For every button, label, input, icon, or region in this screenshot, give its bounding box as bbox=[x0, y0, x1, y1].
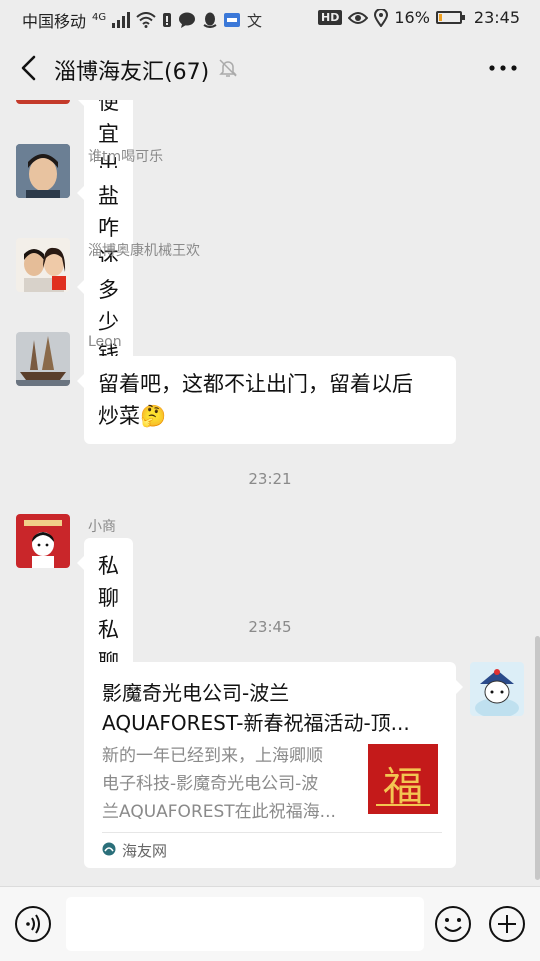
message-text: 私聊私聊 bbox=[98, 554, 119, 674]
message-text: 便宜出 bbox=[98, 100, 119, 178]
avatar[interactable] bbox=[16, 100, 70, 104]
link-card-source: 海友网 bbox=[122, 842, 168, 860]
app-icon bbox=[224, 13, 241, 27]
wifi-icon bbox=[136, 12, 156, 28]
sender-name: 小商 bbox=[88, 519, 116, 535]
avatar[interactable] bbox=[16, 238, 70, 292]
message-bubble[interactable]: 留着吧，这都不让出门，留着以后 炒菜🤔 bbox=[77, 356, 456, 444]
battery-icon bbox=[435, 11, 465, 24]
message-input[interactable] bbox=[66, 897, 424, 951]
battery-percent: 16% bbox=[394, 8, 430, 27]
back-button[interactable] bbox=[12, 50, 48, 86]
chat-title: 淄博海友汇(67) bbox=[54, 60, 210, 85]
more-functions-button[interactable] bbox=[488, 905, 526, 943]
chevron-left-icon bbox=[21, 55, 36, 81]
hd-icon: HD bbox=[317, 10, 343, 25]
link-card-title: 影魔奇光电公司-波兰 AQUAFOREST-新春祝福活动-顶... bbox=[102, 678, 442, 738]
avatar-boy-image bbox=[16, 144, 70, 198]
avatar-cartoon-image bbox=[16, 514, 70, 568]
thumb-ornament bbox=[376, 804, 430, 806]
battery-fill bbox=[438, 14, 442, 21]
link-card-thumbnail: 福 bbox=[368, 744, 438, 814]
qq-icon bbox=[203, 12, 217, 28]
link-card-divider bbox=[102, 832, 442, 833]
carrier-label: 中国移动 bbox=[22, 12, 87, 31]
timestamp: 23:21 bbox=[248, 470, 292, 488]
signal-icon bbox=[112, 12, 131, 28]
message-text: 多少钱 bbox=[98, 278, 119, 366]
network-label: 4G bbox=[92, 11, 107, 23]
more-options-button[interactable] bbox=[488, 56, 518, 80]
status-bar: 中国移动 4G 文 HD 16% 23:45 bbox=[0, 0, 540, 36]
svg-text:文: 文 bbox=[247, 12, 262, 28]
chat-header: 淄博海友汇(67) bbox=[0, 36, 540, 100]
message-list[interactable]: 便宜出 谁tm喝可乐 盐咋还出了呢 bbox=[0, 100, 540, 886]
link-card-title-line: AQUAFOREST-新春祝福活动-顶... bbox=[102, 711, 410, 735]
translate-icon: 文 bbox=[247, 12, 262, 28]
timestamp: 23:45 bbox=[248, 618, 292, 636]
status-left: 中国移动 4G 文 bbox=[22, 8, 264, 32]
link-card-desc-line: 电子科技-影魔奇光电公司-波 bbox=[102, 774, 319, 794]
sender-name: 谁tm喝可乐 bbox=[88, 149, 164, 165]
alert-icon bbox=[163, 13, 172, 27]
link-card-desc-line: 兰AQUAFOREST在此祝福海... bbox=[102, 802, 336, 822]
message-text-line: 留着吧，这都不让出门，留着以后 bbox=[98, 372, 413, 396]
avatar-couple-image bbox=[16, 238, 70, 292]
self-avatar-image bbox=[470, 662, 524, 716]
link-card-description: 新的一年已经到来，上海卿顺 电子科技-影魔奇光电公司-波 兰AQUAFOREST… bbox=[102, 742, 354, 826]
mute-bell-icon bbox=[219, 59, 237, 77]
emoji-button[interactable] bbox=[434, 905, 472, 943]
voice-input-button[interactable] bbox=[14, 905, 52, 943]
avatar-ship-image bbox=[16, 332, 70, 386]
eye-icon bbox=[348, 11, 369, 24]
sender-name: Leon bbox=[88, 334, 122, 350]
message-icon bbox=[179, 12, 196, 28]
input-bar bbox=[0, 886, 540, 961]
scrollbar[interactable] bbox=[535, 636, 540, 880]
link-card-desc-line: 新的一年已经到来，上海卿顺 bbox=[102, 746, 323, 766]
message-text-line: 炒菜🤔 bbox=[98, 404, 167, 428]
link-card-title-line: 影魔奇光电公司-波兰 bbox=[102, 681, 290, 705]
sender-name: 淄博奥康机械王欢 bbox=[88, 243, 200, 259]
avatar[interactable] bbox=[16, 514, 70, 568]
avatar[interactable] bbox=[16, 332, 70, 386]
self-avatar[interactable] bbox=[470, 662, 524, 716]
avatar[interactable] bbox=[16, 144, 70, 198]
status-right: HD 16% 23:45 bbox=[317, 8, 520, 27]
clock: 23:45 bbox=[473, 8, 520, 27]
link-card[interactable]: 影魔奇光电公司-波兰 AQUAFOREST-新春祝福活动-顶... 新的一年已经… bbox=[84, 662, 463, 868]
source-logo-icon bbox=[102, 842, 116, 856]
location-icon bbox=[374, 8, 389, 27]
